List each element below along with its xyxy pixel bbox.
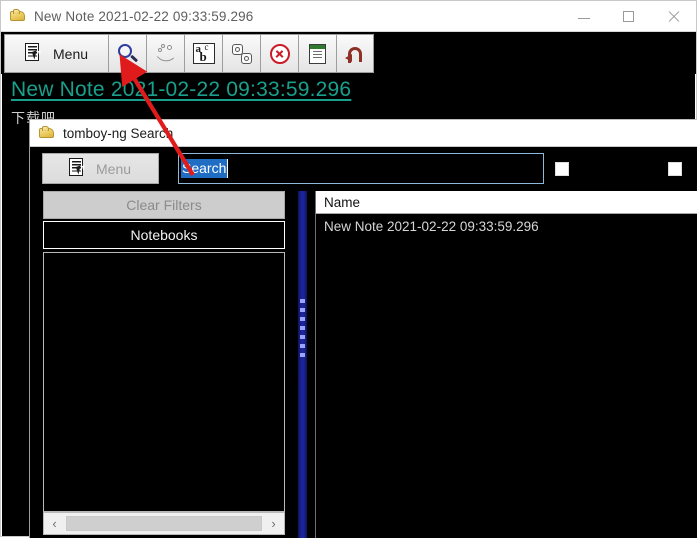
note-toolbar: Menu acb [1,31,696,74]
notepad-icon [309,43,326,64]
menu-button-label: Menu [53,45,89,62]
notebooks-list[interactable] [43,252,285,512]
undo-button[interactable] [336,34,374,73]
search-titlebar: tomboy-ng Search [30,119,697,147]
search-toolbar: Menu Search [30,147,697,191]
spellcheck-button[interactable]: acb [184,34,222,73]
close-button[interactable] [651,1,696,31]
search-option-checkbox-2[interactable] [668,162,682,176]
maximize-button[interactable] [606,1,651,31]
result-row-name: New Note 2021-02-22 09:33:59.296 [324,218,539,234]
toolbar-button-strip: Menu acb [4,34,374,73]
search-menu-button[interactable]: Menu [42,153,159,184]
note-icon [38,124,56,142]
scroll-right-arrow-icon[interactable]: › [263,513,284,534]
results-column-header-label: Name [324,194,361,210]
delete-button[interactable] [260,34,298,73]
search-input[interactable]: Search [178,153,544,184]
pane-splitter[interactable] [296,191,309,538]
settings-button[interactable] [222,34,260,73]
notebooks-header: Notebooks [43,221,285,249]
search-content: Clear Filters Notebooks ‹ › Name New Not… [30,191,697,538]
results-column-header[interactable]: Name [316,191,697,214]
minimize-button[interactable] [561,1,606,31]
window-controls [561,1,696,31]
splitter-grip-icon [300,299,305,361]
search-button[interactable] [108,34,146,73]
document-cursor-icon [69,158,88,179]
note-heading: New Note 2021-02-22 09:33:59.296 [11,78,352,101]
new-note-button[interactable] [298,34,336,73]
notebooks-horizontal-scrollbar[interactable]: ‹ › [43,512,285,535]
link-button[interactable] [146,34,184,73]
close-icon [667,10,680,23]
menu-button[interactable]: Menu [4,34,108,73]
scroll-left-arrow-icon[interactable]: ‹ [44,513,65,534]
window-title: New Note 2021-02-22 09:33:59.296 [34,8,254,24]
abc-spellcheck-icon: acb [192,43,215,64]
search-window: tomboy-ng Search Menu Search Clear Filte… [29,119,697,538]
minimize-icon [577,18,590,19]
red-circle-x-icon [269,43,290,64]
notebooks-header-label: Notebooks [130,227,198,243]
note-window: New Note 2021-02-22 09:33:59.296 Menu a … [0,0,697,538]
clear-filters-button[interactable]: Clear Filters [43,191,285,219]
clear-filters-label: Clear Filters [126,197,202,213]
table-row[interactable]: New Note 2021-02-22 09:33:59.296 [316,215,697,237]
scrollbar-thumb[interactable] [66,516,262,531]
notebooks-pane: Clear Filters Notebooks ‹ › [43,191,285,538]
search-menu-label: Menu [96,160,132,177]
maximize-icon [623,10,634,22]
results-pane: Name New Note 2021-02-22 09:33:59.296 [315,191,697,538]
undo-arrow-icon [345,44,365,63]
search-window-title: tomboy-ng Search [63,125,174,141]
note-icon [9,7,27,25]
magnifier-icon [117,43,139,65]
search-option-checkbox-1[interactable] [555,162,569,176]
search-input-value: Search [181,159,229,178]
note-titlebar: New Note 2021-02-22 09:33:59.296 [1,1,696,31]
bubbles-heart-icon [155,43,177,66]
gears-icon [231,43,253,65]
document-cursor-icon [25,43,44,64]
